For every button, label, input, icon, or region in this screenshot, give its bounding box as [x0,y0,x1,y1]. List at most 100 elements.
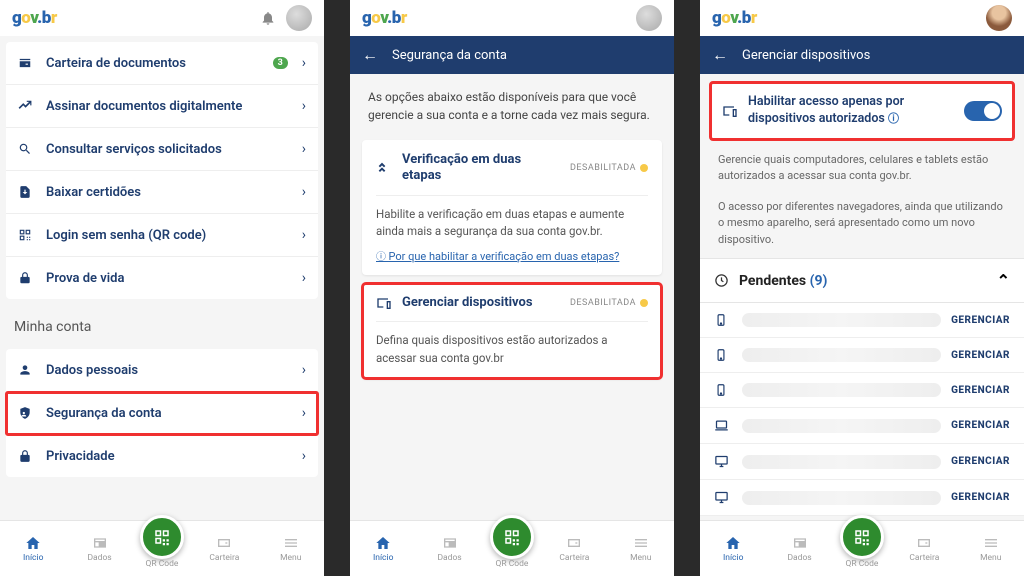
download-icon [18,185,36,199]
item-login-qr[interactable]: Login sem senha (QR code) › [6,214,318,257]
phone-icon [714,348,732,362]
device-row[interactable]: GERENCIAR [700,480,1024,516]
manage-link[interactable]: GERENCIAR [951,420,1010,431]
nav-inicio[interactable]: Início [7,535,59,563]
chevron-right-icon: › [302,55,306,71]
item-carteira-documentos[interactable]: Carteira de documentos 3 › [6,42,318,85]
qr-button[interactable] [490,515,534,559]
avatar-photo[interactable] [986,5,1012,31]
nav-inicio[interactable]: Início [707,535,759,563]
manage-link[interactable]: GERENCIAR [951,456,1010,467]
bell-icon[interactable] [260,10,276,26]
nav-menu[interactable]: Menu [965,535,1017,563]
home-icon [375,535,391,551]
device-row[interactable]: GERENCIAR [700,373,1024,408]
back-arrow-icon[interactable]: ← [712,45,728,65]
intro-text: As opções abaixo estão disponíveis para … [350,74,674,132]
item-label: Baixar certidões [46,185,292,200]
toggle-label: Habilitar acesso apenas por dispositivos… [748,94,954,128]
device-row[interactable]: GERENCIAR [700,444,1024,480]
item-dados-pessoais[interactable]: Dados pessoais › [6,349,318,392]
card-icon [442,535,458,551]
qr-icon [18,228,36,242]
nav-dados[interactable]: Dados [74,535,126,563]
nav-carteira[interactable]: Carteira [198,535,250,563]
device-name-placeholder [742,348,941,362]
chevron-right-icon: › [302,448,306,464]
monitor-icon [714,490,732,505]
nav-qr[interactable]: QR Code [840,529,884,569]
device-name-placeholder [742,383,941,397]
sign-icon [18,99,36,113]
check-icon [376,160,392,176]
help-icon[interactable]: ⓘ [888,112,899,125]
laptop-icon [714,418,732,433]
wallet-icon [18,56,36,70]
device-row[interactable]: GERENCIAR [700,303,1024,338]
card-body: Defina quais dispositivos estão autoriza… [376,322,648,367]
help-link[interactable]: ⓘ Por que habilitar a verificação em dua… [376,248,648,263]
devices-icon [376,295,392,311]
manage-link[interactable]: GERENCIAR [951,492,1010,503]
nav-carteira[interactable]: Carteira [898,535,950,563]
item-label: Login sem senha (QR code) [46,228,292,243]
card-title: Gerenciar dispositivos [402,295,560,311]
bottom-nav: Início Dados QR Code Carteira Menu [350,520,674,576]
back-arrow-icon[interactable]: ← [362,45,378,65]
item-prova-vida[interactable]: Prova de vida › [6,257,318,299]
wallet-nav-icon [916,535,932,551]
pending-title: Pendentes (9) [739,273,987,289]
nav-menu[interactable]: Menu [615,535,667,563]
pending-accordion[interactable]: Pendentes (9) ⌃ [700,258,1024,303]
qr-button[interactable] [140,515,184,559]
govbr-logo: gov.br [362,8,407,28]
manage-link[interactable]: GERENCIAR [951,385,1010,396]
card-two-factor[interactable]: Verificação em duas etapas DESABILITADA … [362,140,662,275]
menu-icon [983,535,999,551]
qr-button[interactable] [840,515,884,559]
clock-icon [714,273,729,288]
avatar-placeholder[interactable] [636,5,662,31]
item-assinar-documentos[interactable]: Assinar documentos digitalmente › [6,85,318,128]
card-body: Habilite a verificação em duas etapas e … [376,196,648,241]
item-seguranca-conta[interactable]: Segurança da conta › [6,392,318,435]
nav-dados[interactable]: Dados [424,535,476,563]
description-1: Gerencie quais computadores, celulares e… [700,148,1024,195]
item-label: Segurança da conta [46,406,292,421]
toggle-switch[interactable] [964,101,1002,121]
toggle-authorized-devices[interactable]: Habilitar acesso apenas por dispositivos… [710,82,1014,140]
item-label: Prova de vida [46,271,292,286]
nav-inicio[interactable]: Início [357,535,409,563]
item-privacidade[interactable]: Privacidade › [6,435,318,477]
bottom-nav: Início Dados QR Code Carteira Menu [0,520,324,576]
manage-link[interactable]: GERENCIAR [951,350,1010,361]
nav-qr[interactable]: QR Code [490,529,534,569]
wallet-nav-icon [216,535,232,551]
device-row[interactable]: GERENCIAR [700,408,1024,444]
govbr-logo: gov.br [712,8,757,28]
subheader: ← Gerenciar dispositivos [700,36,1024,74]
chevron-right-icon: › [302,227,306,243]
nav-carteira[interactable]: Carteira [548,535,600,563]
manage-link[interactable]: GERENCIAR [951,315,1010,326]
phone-icon [714,313,732,327]
monitor-icon [714,454,732,469]
chevron-right-icon: › [302,184,306,200]
nav-dados[interactable]: Dados [774,535,826,563]
nav-menu[interactable]: Menu [265,535,317,563]
avatar-placeholder[interactable] [286,5,312,31]
badge-count: 3 [273,57,288,69]
card-manage-devices[interactable]: Gerenciar dispositivos DESABILITADA Defi… [362,283,662,379]
app-header: gov.br [350,0,674,36]
content-area: Habilitar acesso apenas por dispositivos… [700,74,1024,520]
phone-screen-1: gov.br Carteira de documentos 3 › Assina… [0,0,324,576]
item-label: Privacidade [46,449,292,464]
app-header: gov.br [0,0,324,36]
status-dot-icon [640,299,648,307]
device-name-placeholder [742,491,941,505]
item-baixar-certidoes[interactable]: Baixar certidões › [6,171,318,214]
device-row[interactable]: GERENCIAR [700,338,1024,373]
card-icon [792,535,808,551]
item-consultar-servicos[interactable]: Consultar serviços solicitados › [6,128,318,171]
nav-qr[interactable]: QR Code [140,529,184,569]
